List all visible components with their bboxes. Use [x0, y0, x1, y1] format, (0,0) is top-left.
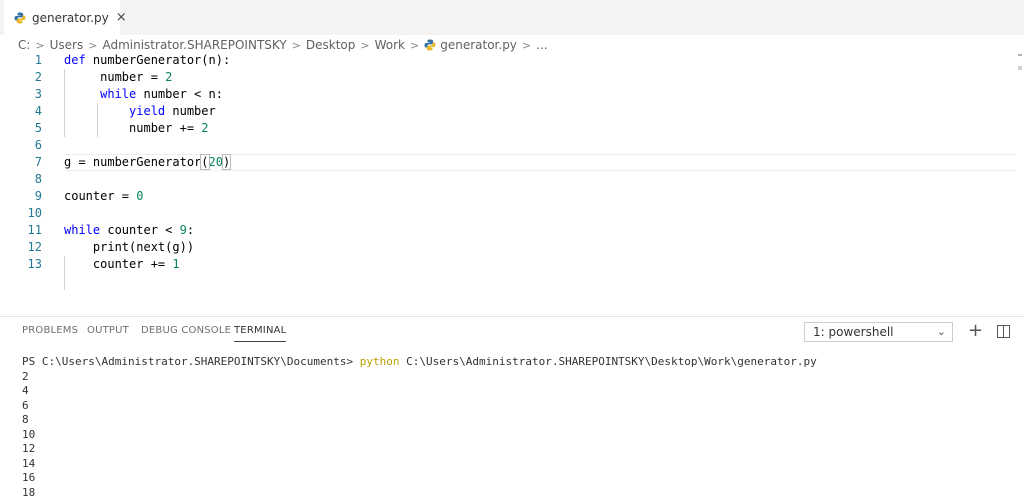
line-number: 13 [27, 257, 42, 271]
line-number: 4 [34, 104, 42, 118]
code-text: def numberGenerator(n): [64, 53, 231, 67]
line-number: 10 [27, 206, 42, 220]
chevron-right-icon: > [35, 38, 45, 52]
line-number: 6 [34, 138, 42, 152]
code-text: counter = 0 [64, 189, 144, 203]
terminal-select[interactable]: 1: powershell ⌄ [804, 322, 953, 342]
line-number: 2 [34, 70, 42, 84]
line-number: 11 [27, 223, 42, 237]
tab-bar: generator.py × [0, 0, 1024, 35]
tab-debug-console[interactable]: DEBUG CONSOLE [141, 325, 231, 336]
code-line: 11 while counter < 9: [0, 222, 1016, 239]
output-line: 16 [22, 471, 36, 484]
breadcrumb-work[interactable]: Work [375, 38, 405, 52]
code-line: 1 def numberGenerator(n): [0, 52, 1016, 69]
chevron-right-icon: > [360, 38, 370, 52]
code-editor[interactable]: 1 def numberGenerator(n): 2 number = 2 3… [0, 52, 1024, 317]
code-line: 5 number += 2 [0, 120, 1016, 137]
code-line: 10 [0, 205, 1016, 222]
chevron-right-icon: > [521, 38, 532, 52]
code-line: 6 [0, 137, 1016, 154]
terminal-command: python [359, 355, 400, 368]
line-number: 8 [34, 172, 42, 186]
scrollbar-marker [1018, 66, 1022, 70]
breadcrumb-file[interactable]: generator.py [440, 38, 517, 52]
terminal-prompt: PS C:\Users\Administrator.SHAREPOINTSKY\… [22, 355, 360, 368]
code-line: 2 number = 2 [0, 69, 1016, 86]
code-text: counter += 1 [64, 257, 180, 271]
breadcrumb-desktop[interactable]: Desktop [306, 38, 356, 52]
code-line: 9 counter = 0 [0, 188, 1016, 205]
breadcrumb-user[interactable]: Administrator.SHAREPOINTSKY [102, 38, 286, 52]
output-line: 14 [22, 456, 36, 470]
code-text: number += 2 [64, 121, 209, 135]
code-text: while counter < 9: [64, 223, 195, 237]
output-line: 2 [22, 369, 29, 383]
terminal-select-value: 1: powershell [813, 325, 894, 339]
tab-generator-py[interactable]: generator.py × [4, 0, 127, 35]
code-text: g = numberGenerator(20) [64, 154, 232, 170]
tab-terminal[interactable]: TERMINAL [234, 325, 287, 342]
breadcrumb-more[interactable]: ... [536, 38, 547, 52]
line-number: 5 [34, 121, 42, 135]
chevron-down-icon: ⌄ [936, 325, 946, 338]
line-number: 1 [34, 53, 42, 67]
add-terminal-icon[interactable]: + [968, 320, 983, 341]
code-line: 12 print(next(g)) [0, 239, 1016, 256]
line-number: 9 [34, 189, 42, 203]
code-line-current: 7 g = numberGenerator(20) [0, 154, 1016, 171]
tab-label: generator.py [32, 10, 109, 25]
code-line: 3 while number < n: [0, 86, 1016, 103]
chevron-right-icon: > [291, 38, 301, 52]
tab-problems[interactable]: PROBLEMS [22, 325, 78, 336]
python-file-icon [424, 39, 436, 51]
tab-output[interactable]: OUTPUT [87, 325, 129, 336]
breadcrumb-drive[interactable]: C: [18, 38, 30, 52]
line-number: 3 [34, 87, 42, 101]
chevron-right-icon: > [410, 38, 420, 52]
output-line: 8 [22, 413, 29, 426]
output-line: 10 [22, 427, 36, 441]
terminal-args: C:\Users\Administrator.SHAREPOINTSKY\Des… [399, 355, 817, 368]
breadcrumb-users[interactable]: Users [50, 38, 84, 52]
line-number: 7 [34, 155, 42, 169]
output-line: 4 [22, 384, 29, 397]
code-line: 4 yield number [0, 103, 1016, 120]
code-text: yield number [129, 104, 216, 118]
code-line: 8 [0, 171, 1016, 188]
code-text: number = 2 [64, 70, 173, 84]
scrollbar-marker [1018, 54, 1022, 56]
output-line: 12 [22, 442, 36, 455]
code-text: while number < n: [100, 87, 223, 101]
code-line: 13 counter += 1 [0, 256, 1016, 273]
line-number: 12 [27, 240, 42, 254]
code-text: print(next(g)) [64, 240, 195, 254]
output-line: 6 [22, 398, 29, 412]
chevron-right-icon: > [88, 38, 98, 52]
close-icon[interactable]: × [116, 10, 127, 25]
bottom-panel: PROBLEMS OUTPUT DEBUG CONSOLE TERMINAL 1… [0, 316, 1024, 500]
terminal-output[interactable]: PS C:\Users\Administrator.SHAREPOINTSKY\… [22, 355, 817, 500]
python-file-icon [14, 12, 26, 24]
split-terminal-icon[interactable] [997, 323, 1010, 342]
output-line: 18 [22, 485, 36, 499]
